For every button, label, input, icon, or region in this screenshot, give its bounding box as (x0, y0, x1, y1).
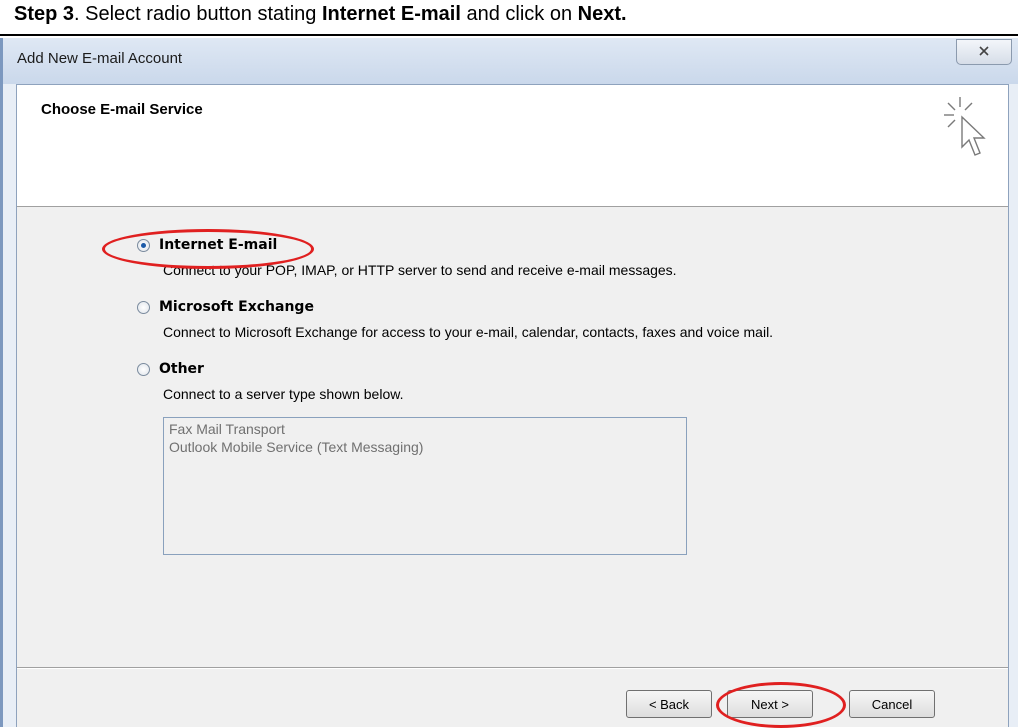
page-title: Choose E-mail Service (41, 101, 203, 118)
option-description: Connect to Microsoft Exchange for access… (163, 324, 774, 340)
close-icon (978, 44, 990, 60)
option-microsoft-exchange: Microsoft Exchange Connect to Microsoft … (137, 299, 773, 340)
option-description: Connect to your POP, IMAP, or HTTP serve… (163, 262, 677, 278)
caption-bold-2: Next. (577, 3, 627, 25)
footer-divider (17, 667, 1008, 669)
option-label[interactable]: Microsoft Exchange (159, 299, 314, 315)
option-internet-email: Internet E-mail Connect to your POP, IMA… (137, 237, 677, 278)
radio-microsoft-exchange[interactable] (137, 300, 150, 314)
option-label[interactable]: Other (159, 361, 204, 377)
radio-internet-email[interactable] (137, 238, 150, 252)
step-label: Step 3 (14, 3, 75, 25)
cancel-button[interactable]: Cancel (849, 690, 935, 718)
caption-text-2: and click on (460, 3, 578, 25)
add-account-dialog: Add New E-mail Account Choose E-mail Ser… (0, 38, 1018, 728)
list-item[interactable]: Fax Mail Transport (169, 420, 681, 438)
wizard-cursor-icon (942, 95, 990, 164)
instruction-caption: Step 3. Select radio button stating Inte… (0, 0, 1018, 36)
title-bar: Add New E-mail Account (3, 38, 1018, 84)
back-button[interactable]: < Back (626, 690, 712, 718)
list-item[interactable]: Outlook Mobile Service (Text Messaging) (169, 438, 681, 456)
wizard-body: Internet E-mail Connect to your POP, IMA… (17, 207, 1008, 667)
close-button[interactable] (956, 39, 1012, 65)
next-button[interactable]: Next > (727, 690, 813, 718)
caption-text-1: . Select radio button stating (74, 3, 322, 25)
radio-other[interactable] (137, 362, 150, 376)
option-other: Other Connect to a server type shown bel… (137, 361, 403, 402)
dialog-client-area: Choose E-mail Service Internet E-mail Co… (16, 84, 1009, 728)
wizard-header: Choose E-mail Service (17, 85, 1008, 207)
window-title: Add New E-mail Account (17, 50, 183, 67)
option-description: Connect to a server type shown below. (163, 386, 404, 402)
option-label[interactable]: Internet E-mail (159, 237, 277, 253)
server-type-list[interactable]: Fax Mail Transport Outlook Mobile Servic… (163, 417, 687, 555)
caption-bold-1: Internet E-mail (321, 3, 461, 25)
